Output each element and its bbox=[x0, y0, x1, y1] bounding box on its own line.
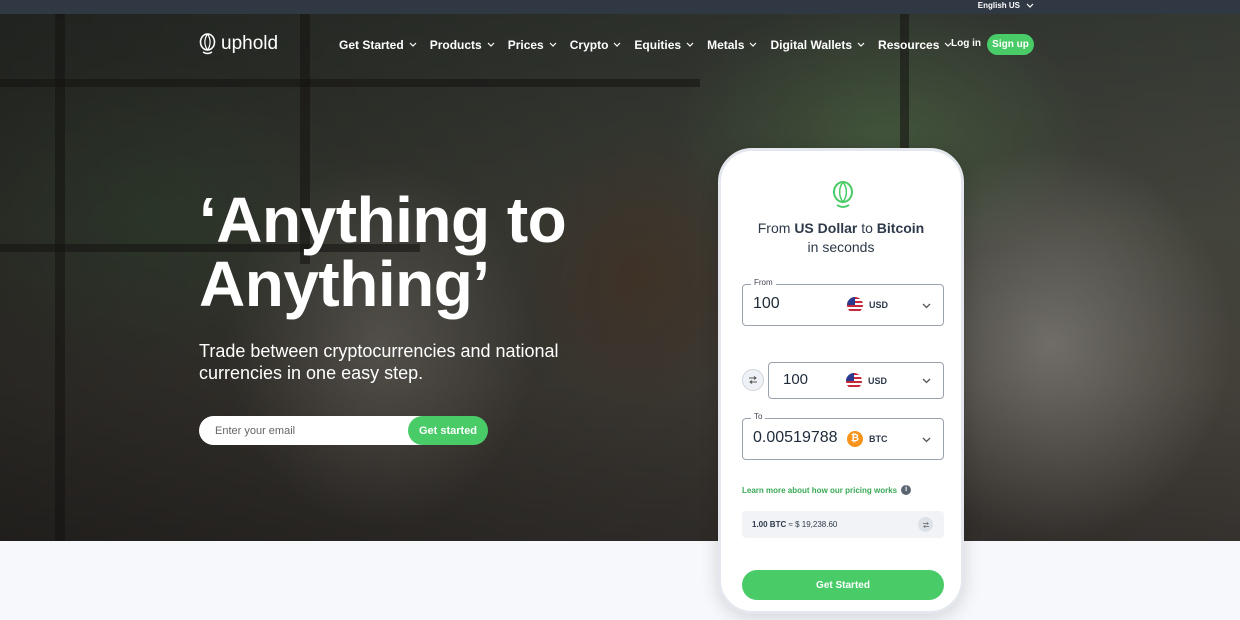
rate-base: 1.00 BTC bbox=[752, 520, 787, 529]
currency-code: USD bbox=[868, 376, 888, 386]
nav-item-label: Get Started bbox=[339, 38, 404, 52]
from-amount[interactable]: 100 bbox=[753, 295, 780, 313]
hero-subheading: Trade between cryptocurrencies and natio… bbox=[199, 341, 559, 383]
swap-rate-icon[interactable] bbox=[918, 517, 933, 532]
bitcoin-icon: ₿ bbox=[847, 431, 863, 447]
nav-item-label: Resources bbox=[878, 38, 940, 52]
chevron-down-icon bbox=[409, 42, 417, 47]
headline-line: Anything’ bbox=[199, 248, 490, 320]
us-flag-icon bbox=[847, 297, 863, 313]
pricing-info-text: Learn more about how our pricing works bbox=[742, 485, 898, 495]
top-utility-bar: English US bbox=[0, 0, 1240, 14]
uphold-logo[interactable]: uphold bbox=[199, 33, 278, 55]
window-frame bbox=[55, 14, 65, 541]
chevron-down-icon bbox=[613, 42, 621, 47]
chevron-down-icon bbox=[857, 42, 865, 47]
to-currency-select[interactable]: ₿ BTC bbox=[847, 431, 888, 447]
uphold-logo-icon bbox=[833, 181, 853, 208]
uphold-logo-icon bbox=[199, 33, 216, 55]
nav-item-metals[interactable]: Metals bbox=[707, 38, 757, 52]
nav-item-crypto[interactable]: Crypto bbox=[570, 38, 622, 52]
to-amount[interactable]: 0.00519788 bbox=[753, 429, 838, 447]
signup-button[interactable]: Sign up bbox=[987, 34, 1034, 55]
info-icon[interactable]: i bbox=[901, 485, 912, 495]
from-currency-select[interactable]: USD bbox=[847, 297, 888, 313]
chevron-down-icon[interactable] bbox=[922, 303, 931, 309]
logo-text: uphold bbox=[221, 33, 279, 54]
title-from-currency: US Dollar bbox=[794, 220, 858, 236]
conversion-widget: From US Dollar to Bitcoin in seconds Fro… bbox=[718, 148, 964, 614]
main-navigation: uphold Get Started Products Prices Crypt… bbox=[0, 14, 1240, 74]
chevron-down-icon bbox=[750, 42, 757, 47]
login-link[interactable]: Log in bbox=[951, 38, 981, 49]
headline-line: ‘Anything to bbox=[199, 184, 567, 256]
language-label: English US bbox=[977, 1, 1020, 10]
widget-get-started-button[interactable]: Get Started bbox=[742, 570, 944, 600]
pricing-info-link[interactable]: Learn more about how our pricing works i bbox=[742, 485, 912, 495]
title-to-currency: Bitcoin bbox=[876, 220, 925, 236]
nav-item-label: Products bbox=[429, 38, 482, 52]
swap-currency-select[interactable]: USD bbox=[846, 373, 887, 389]
email-signup-form: Get started bbox=[199, 416, 488, 445]
swap-row: 100 USD bbox=[742, 362, 944, 399]
us-flag-icon bbox=[846, 373, 862, 389]
window-frame bbox=[0, 79, 700, 87]
swap-amount[interactable]: 100 bbox=[783, 371, 808, 388]
nav-item-prices[interactable]: Prices bbox=[508, 38, 557, 52]
hero-headline: ‘Anything to Anything’ bbox=[199, 184, 567, 320]
nav-item-resources[interactable]: Resources bbox=[878, 38, 952, 52]
nav-item-label: Equities bbox=[634, 38, 682, 52]
swap-field[interactable]: 100 USD bbox=[768, 362, 944, 399]
nav-item-digital-wallets[interactable]: Digital Wallets bbox=[770, 38, 865, 52]
title-mid: to bbox=[861, 220, 873, 236]
title-prefix: From bbox=[757, 220, 791, 236]
nav-item-label: Metals bbox=[707, 38, 745, 52]
nav-item-label: Crypto bbox=[569, 38, 609, 52]
swap-icon[interactable] bbox=[742, 369, 764, 391]
nav-item-label: Digital Wallets bbox=[770, 38, 853, 52]
hero-background bbox=[0, 14, 1240, 541]
get-started-button[interactable]: Get started bbox=[408, 416, 488, 445]
currency-code: BTC bbox=[869, 434, 888, 444]
to-label: To bbox=[751, 412, 766, 421]
nav-menu: Get Started Products Prices Crypto Equit… bbox=[339, 38, 952, 52]
chevron-down-icon bbox=[487, 42, 495, 47]
title-suffix: in seconds bbox=[807, 239, 875, 255]
nav-item-equities[interactable]: Equities bbox=[634, 38, 694, 52]
from-field[interactable]: From 100 USD bbox=[742, 278, 944, 326]
nav-item-get-started[interactable]: Get Started bbox=[339, 38, 417, 52]
nav-item-products[interactable]: Products bbox=[430, 38, 495, 52]
to-field[interactable]: To 0.00519788 ₿ BTC bbox=[742, 412, 944, 460]
chevron-down-icon[interactable] bbox=[922, 437, 931, 443]
rate-value: ≈ $ 19,238.60 bbox=[788, 520, 838, 529]
from-label: From bbox=[751, 278, 776, 287]
chevron-down-icon bbox=[549, 42, 557, 47]
exchange-rate: 1.00 BTC ≈ $ 19,238.60 bbox=[742, 511, 944, 538]
currency-code: USD bbox=[869, 300, 889, 310]
chevron-down-icon bbox=[686, 42, 694, 47]
language-selector[interactable]: English US bbox=[978, 1, 1034, 10]
widget-title: From US Dollar to Bitcoin in seconds bbox=[721, 219, 961, 257]
chevron-down-icon bbox=[1026, 3, 1034, 8]
chevron-down-icon[interactable] bbox=[922, 378, 931, 384]
nav-item-label: Prices bbox=[507, 38, 544, 52]
